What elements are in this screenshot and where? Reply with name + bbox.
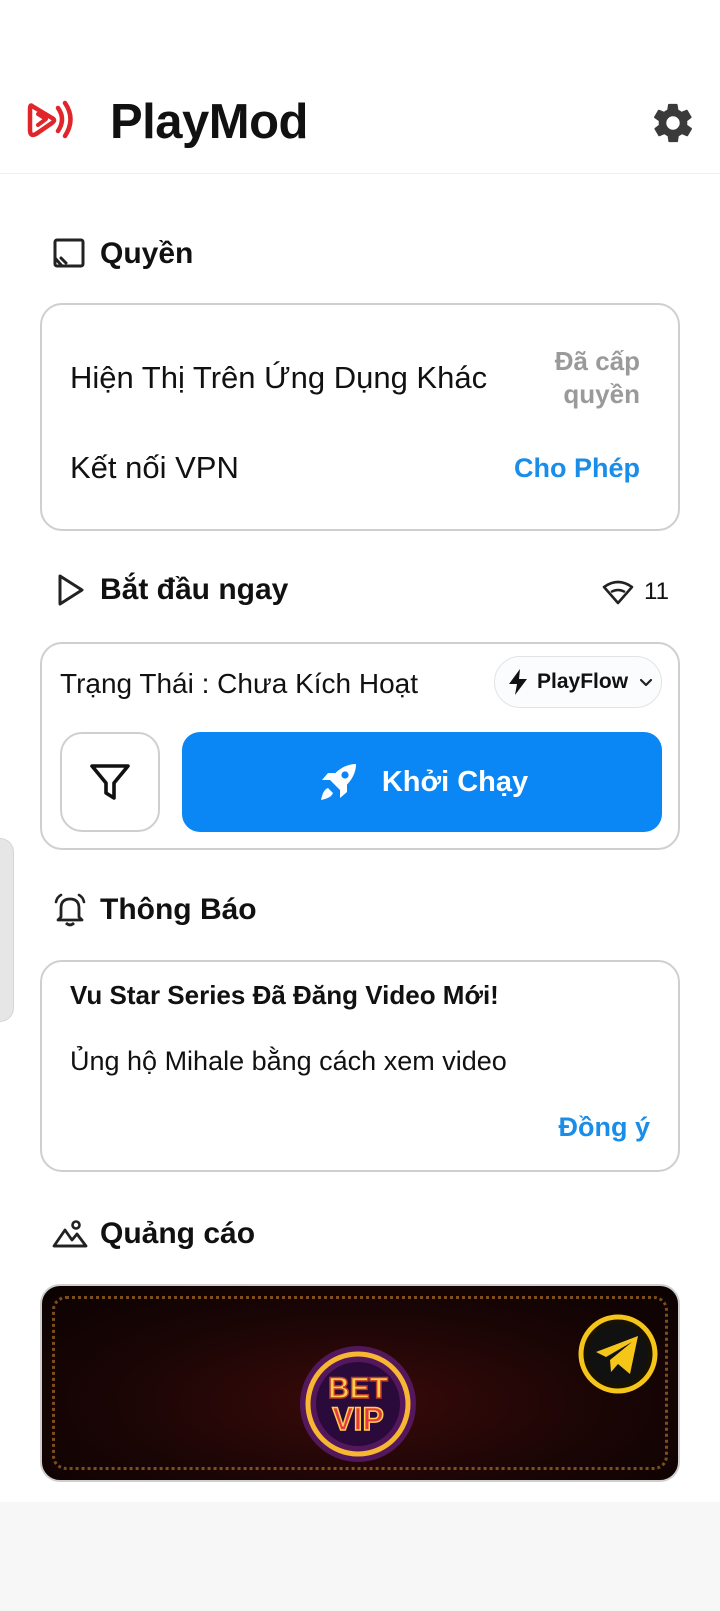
permissions-title: Quyền (100, 237, 194, 270)
notification-title: Vu Star Series Đã Đăng Video Mới! (70, 980, 499, 1010)
app-header: PlayMod (0, 70, 720, 174)
flow-select[interactable]: PlayFlow (494, 656, 662, 708)
landscape-icon (52, 1220, 88, 1248)
telegram-icon[interactable] (578, 1314, 658, 1394)
bottom-area (0, 1502, 720, 1611)
start-card: Trạng Thái : Chưa Kích Hoạt PlayFlow Khở… (40, 642, 680, 850)
notification-card: Vu Star Series Đã Đăng Video Mới! Ủng hộ… (40, 960, 680, 1172)
app-title: PlayMod (110, 95, 308, 149)
app-screen: PlayMod Quyền Hiện Thị Trên Ứng Dụng Khá… (0, 0, 720, 1611)
bolt-icon (509, 669, 527, 695)
bell-icon (54, 893, 86, 927)
ads-title: Quảng cáo (100, 1217, 256, 1250)
run-button-label: Khởi Chạy (381, 765, 529, 798)
wifi-icon (602, 580, 634, 605)
permission-status-granted: Đã cấp quyền (554, 346, 640, 409)
chevron-down-icon (639, 678, 653, 687)
filter-icon (90, 764, 130, 800)
permissions-heading: Quyền (52, 234, 193, 274)
permission-row-overlay: Hiện Thị Trên Ứng Dụng Khác Đã cấp quyền (70, 345, 640, 411)
play-icon (58, 574, 84, 606)
ads-heading: Quảng cáo (52, 1214, 255, 1254)
allow-vpn-button[interactable]: Cho Phép (514, 453, 640, 484)
start-title: Bắt đầu ngay (100, 573, 289, 606)
permission-label-vpn: Kết nối VPN (70, 450, 239, 485)
status-text: Trạng Thái : Chưa Kích Hoạt (60, 668, 419, 699)
run-button[interactable]: Khởi Chạy (182, 732, 662, 832)
permission-row-vpn: Kết nối VPN Cho Phép (70, 450, 640, 486)
server-count: 11 (602, 578, 669, 606)
svg-text:VIP: VIP (332, 1401, 384, 1437)
betvip-logo: BET VIP (300, 1346, 416, 1462)
permissions-card: Hiện Thị Trên Ứng Dụng Khác Đã cấp quyền… (40, 303, 680, 531)
rocket-icon (320, 764, 356, 800)
side-drawer-handle[interactable] (0, 838, 14, 1022)
notifications-heading: Thông Báo (52, 890, 257, 930)
notifications-title: Thông Báo (100, 893, 257, 926)
ad-banner[interactable]: BET VIP (40, 1284, 680, 1482)
filter-button[interactable] (60, 732, 160, 832)
gear-icon[interactable] (650, 100, 696, 146)
flow-select-label: PlayFlow (537, 670, 629, 693)
permission-icon (53, 238, 85, 268)
start-heading: Bắt đầu ngay (52, 570, 288, 610)
playmod-logo-icon (27, 100, 73, 139)
notification-body: Ủng hộ Mihale bằng cách xem video (70, 1046, 507, 1076)
notification-agree-button[interactable]: Đồng ý (559, 1112, 651, 1143)
permission-label-overlay: Hiện Thị Trên Ứng Dụng Khác (70, 360, 488, 395)
server-count-value: 11 (644, 578, 669, 605)
